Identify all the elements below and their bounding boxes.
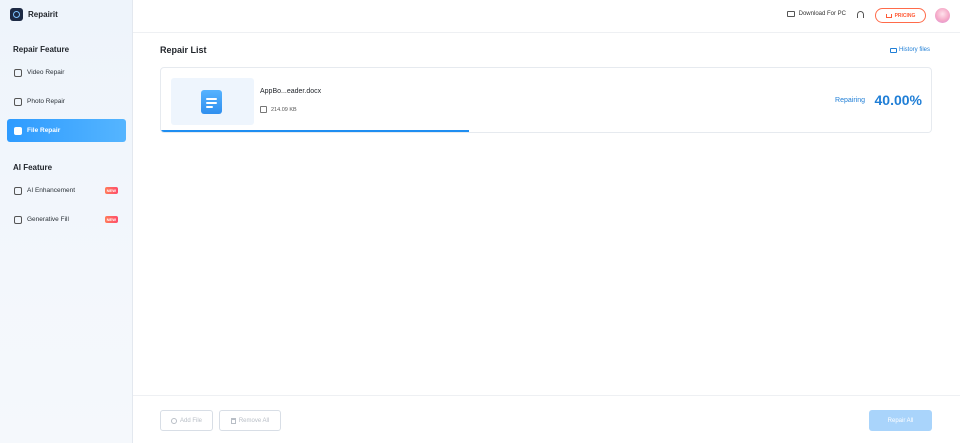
file-size: 214.09 KB [271,106,297,113]
history-label: History files [898,47,930,53]
add-file-button[interactable]: Add File [160,410,213,431]
app-logo[interactable]: Repairit [10,8,58,21]
user-avatar[interactable] [935,8,950,23]
sidebar-item-label: Generative Fill [27,216,69,223]
footer-bar: Add File Remove All Repair All [133,395,960,443]
sidebar-item-label: Video Repair [27,69,65,76]
ai-enhance-icon [14,186,22,195]
progress-bar-fill [161,130,469,132]
folder-icon [889,47,897,53]
sidebar-item-label: AI Enhancement [27,187,76,194]
trash-icon [230,417,236,424]
remove-all-label: Remove All [238,417,270,424]
top-bar: Download For PC PRICING [133,0,960,33]
ai-feature-title: AI Feature [13,163,53,172]
generative-fill-icon [14,215,22,224]
progress-bar [161,130,931,132]
monitor-icon [786,11,795,17]
repair-status: Repairing [835,97,865,104]
repair-all-button[interactable]: Repair All [869,410,932,431]
file-icon [14,126,22,135]
pricing-button[interactable]: PRICING [875,8,926,23]
sidebar-item-video-repair[interactable]: Video Repair [7,61,126,84]
sidebar-item-label: Photo Repair [27,98,65,105]
remove-all-button[interactable]: Remove All [219,410,281,431]
sidebar-item-file-repair[interactable]: File Repair [7,119,126,142]
file-name: AppBo...eader.docx [260,88,322,95]
download-label: Download For PC [798,11,846,17]
file-thumbnail [171,78,254,125]
repair-list-item[interactable]: AppBo...eader.docx 214.09 KB Repairing 4… [160,67,932,133]
file-size-row: 214.09 KB [260,106,297,113]
repair-percent: 40.00% [874,92,922,108]
add-file-label: Add File [179,417,202,424]
video-icon [14,68,22,77]
photo-icon [14,97,22,106]
download-for-pc-link[interactable]: Download For PC [786,11,846,17]
new-badge: NEW [104,216,118,223]
new-badge: NEW [104,187,118,194]
support-headset-icon[interactable] [857,11,864,18]
pricing-label: PRICING [894,12,916,19]
sidebar-item-ai-enhancement[interactable]: AI Enhancement NEW [7,179,126,202]
file-size-icon [260,106,267,113]
sidebar: Repairit Repair Feature Video Repair Pho… [0,0,133,443]
sidebar-item-label: File Repair [27,127,61,134]
history-files-link[interactable]: History files [889,47,930,53]
add-icon [170,417,177,424]
repairit-logo-icon [10,8,23,21]
cart-icon [885,13,892,18]
app-name: Repairit [28,10,58,19]
repair-feature-title: Repair Feature [13,45,70,54]
sidebar-item-photo-repair[interactable]: Photo Repair [7,90,126,113]
document-icon [201,90,222,114]
page-title: Repair List [160,45,207,55]
sidebar-item-generative-fill[interactable]: Generative Fill NEW [7,208,126,231]
